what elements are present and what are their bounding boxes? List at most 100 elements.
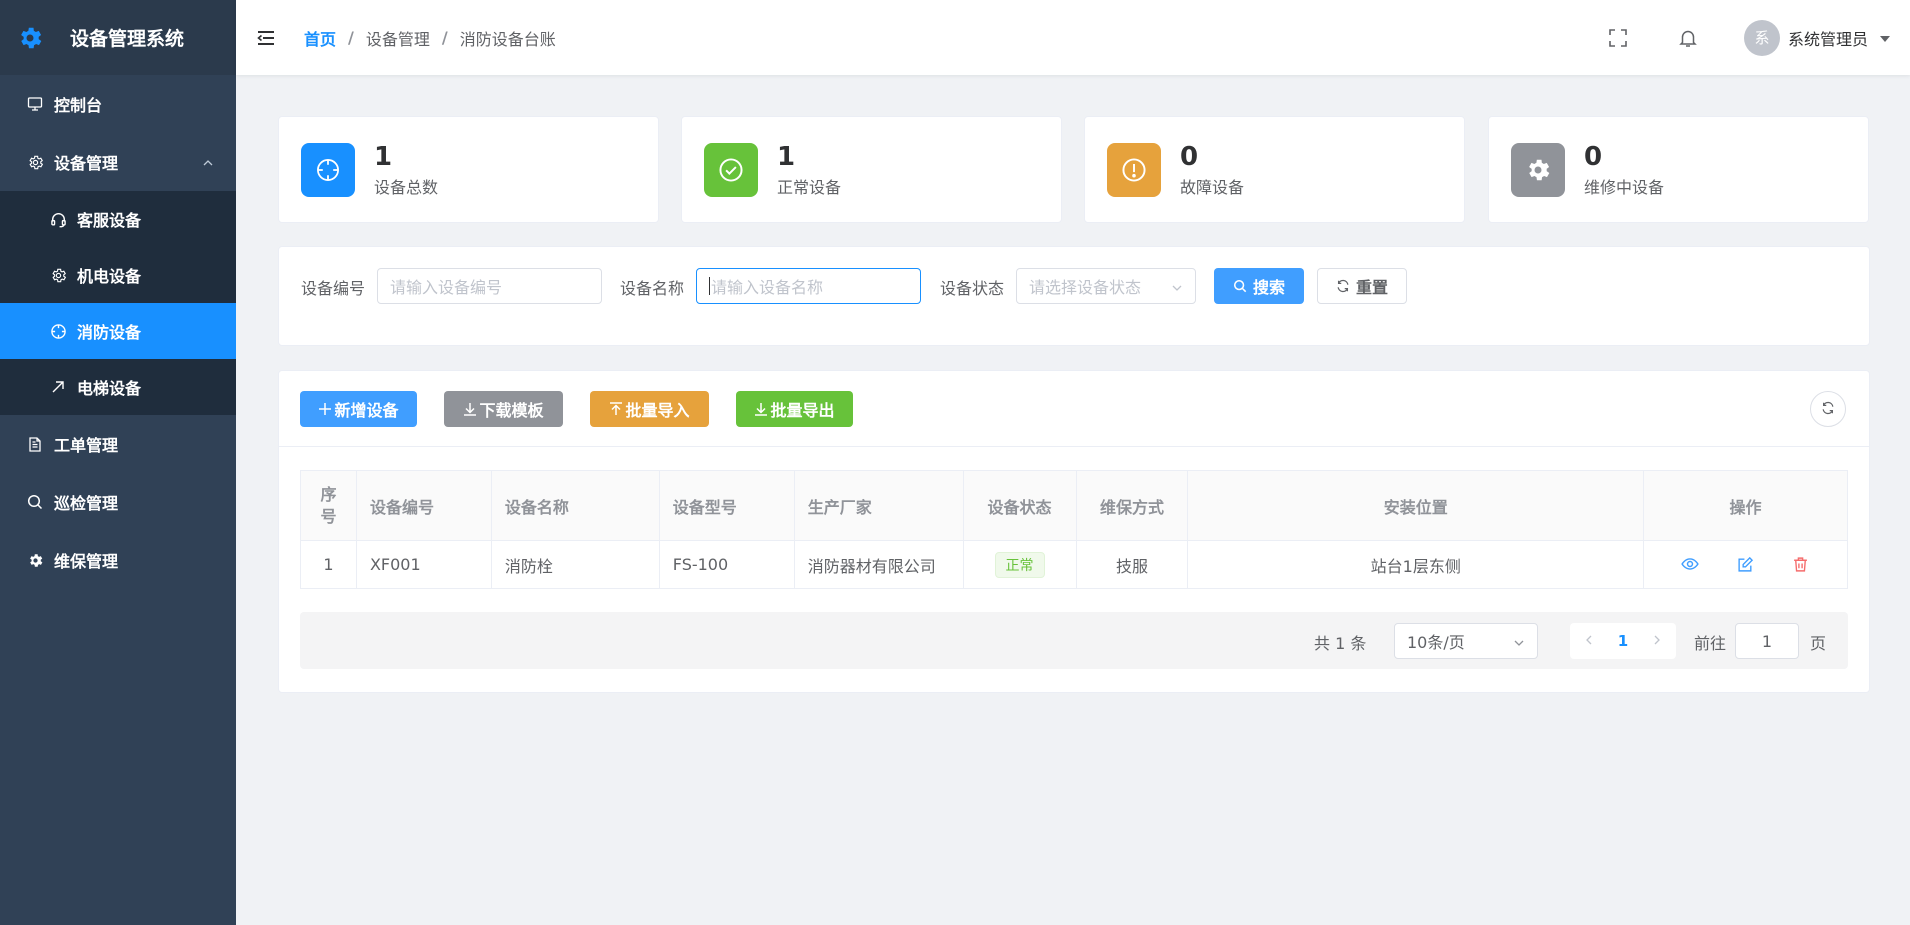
- text-caret: [709, 277, 710, 295]
- sidebar-item-inspection[interactable]: 巡检管理: [0, 473, 236, 531]
- sidebar-item-label: 机电设备: [77, 267, 142, 286]
- view-icon[interactable]: [1679, 553, 1701, 575]
- search-icon: [1233, 279, 1247, 293]
- device-status-placeholder: 请选择设备状态: [1029, 278, 1142, 297]
- device-table: 序号 设备编号 设备名称 设备型号 生产厂家 设备状态 维保方式 安装位置 操作…: [300, 470, 1848, 589]
- gear-logo-icon: [14, 22, 46, 54]
- add-device-button[interactable]: 新增设备: [300, 391, 417, 427]
- pagination-nav: 1: [1570, 623, 1676, 659]
- document-icon: [26, 435, 44, 453]
- page-size-select[interactable]: 10条/页: [1394, 623, 1538, 659]
- goto-page-input[interactable]: 1: [1735, 623, 1799, 659]
- device-status-label: 设备状态: [940, 279, 1005, 298]
- edit-icon[interactable]: [1735, 553, 1757, 575]
- col-header-maintenance: 维保方式: [1075, 470, 1189, 541]
- stat-value: 0: [1584, 141, 1603, 172]
- fullscreen-icon[interactable]: [1606, 26, 1630, 50]
- device-status-select[interactable]: 请选择设备状态: [1016, 268, 1196, 304]
- breadcrumb-current: 消防设备台账: [459, 29, 556, 49]
- chevron-down-icon: [1513, 634, 1525, 653]
- sidebar-item-console[interactable]: 控制台: [0, 75, 236, 133]
- sidebar-item-device-management[interactable]: 设备管理: [0, 133, 236, 191]
- batch-import-button[interactable]: 批量导入: [590, 391, 709, 427]
- sidebar-item-label: 设备管理: [54, 154, 119, 173]
- sidebar: 设备管理系统 控制台 设备管理 客服设备 机电设备 消防设备 电梯设备 工单管理…: [0, 0, 236, 925]
- col-header-code: 设备编号: [355, 470, 492, 541]
- add-device-label: 新增设备: [334, 401, 399, 420]
- sidebar-item-electromechanical[interactable]: 机电设备: [0, 247, 236, 303]
- sidebar-item-elevator-devices[interactable]: 电梯设备: [0, 359, 236, 415]
- gear-icon: [1511, 142, 1565, 197]
- download-icon: [754, 402, 768, 416]
- stat-card-repairing: 0 维修中设备: [1488, 116, 1869, 223]
- batch-export-label: 批量导出: [770, 401, 835, 420]
- search-button[interactable]: 搜索: [1214, 268, 1304, 304]
- reset-button-label: 重置: [1355, 278, 1388, 297]
- refresh-icon: [1336, 279, 1350, 293]
- bell-icon[interactable]: [1676, 26, 1700, 50]
- page-suffix: 页: [1810, 634, 1827, 653]
- prev-page-icon[interactable]: [1584, 632, 1594, 650]
- arrow-up-right-icon: [49, 378, 67, 396]
- sidebar-item-service-devices[interactable]: 客服设备: [0, 191, 236, 247]
- download-template-button[interactable]: 下载模板: [444, 391, 563, 427]
- page-number-current[interactable]: 1: [1618, 632, 1628, 650]
- cell-code: XF001: [355, 540, 492, 589]
- next-page-icon[interactable]: [1652, 632, 1662, 650]
- stat-card-total: 1 设备总数: [278, 116, 659, 223]
- user-name[interactable]: 系统管理员: [1788, 26, 1868, 50]
- sidebar-item-maintenance[interactable]: 维保管理: [0, 531, 236, 589]
- stat-label: 正常设备: [777, 177, 842, 197]
- check-circle-icon: [704, 142, 758, 197]
- setting-icon: [26, 153, 44, 171]
- caret-down-icon[interactable]: [1880, 28, 1890, 47]
- toolbar-divider: [278, 446, 1870, 447]
- table-row: 1 XF001 消防栓 FS-100 消防器材有限公司 正常 技服 站台1层东侧: [300, 540, 1848, 589]
- cell-index: 1: [300, 540, 357, 589]
- breadcrumb-home[interactable]: 首页: [304, 26, 336, 50]
- download-icon: [463, 402, 477, 416]
- delete-icon[interactable]: [1790, 553, 1812, 575]
- setting-icon: [49, 266, 67, 284]
- avatar[interactable]: 系: [1743, 19, 1780, 56]
- stat-value: 1: [374, 141, 393, 172]
- device-name-placeholder: 请输入设备名称: [711, 278, 824, 297]
- logo: 设备管理系统: [0, 0, 236, 75]
- status-badge: 正常: [994, 551, 1045, 578]
- table-header-row: 序号 设备编号 设备名称 设备型号 生产厂家 设备状态 维保方式 安装位置 操作: [300, 470, 1848, 541]
- stat-label: 设备总数: [374, 177, 439, 197]
- refresh-table-button[interactable]: [1810, 391, 1846, 427]
- col-header-status: 设备状态: [962, 470, 1077, 541]
- search-icon: [26, 493, 44, 511]
- monitor-icon: [26, 95, 44, 113]
- crosshair-icon: [49, 322, 67, 340]
- sidebar-item-label: 控制台: [54, 96, 103, 115]
- plus-icon: [318, 402, 332, 416]
- goto-label: 前往: [1694, 634, 1727, 653]
- stat-value: 1: [777, 141, 796, 172]
- breadcrumb-device-management: 设备管理: [365, 29, 430, 49]
- headset-icon: [49, 210, 67, 228]
- stat-value: 0: [1180, 141, 1199, 172]
- cell-model: FS-100: [658, 540, 795, 589]
- cell-maker: 消防器材有限公司: [793, 540, 964, 589]
- menu-toggle-icon[interactable]: [256, 28, 276, 48]
- sidebar-item-work-orders[interactable]: 工单管理: [0, 415, 236, 473]
- cell-status: 正常: [962, 540, 1077, 589]
- reset-button[interactable]: 重置: [1317, 268, 1407, 304]
- device-code-placeholder: 请输入设备编号: [390, 278, 503, 297]
- col-header-name: 设备名称: [490, 470, 660, 541]
- col-header-model: 设备型号: [658, 470, 795, 541]
- device-name-label: 设备名称: [620, 279, 685, 298]
- batch-export-button[interactable]: 批量导出: [736, 391, 853, 427]
- stat-card-normal: 1 正常设备: [681, 116, 1062, 223]
- stat-card-fault: 0 故障设备: [1084, 116, 1465, 223]
- device-code-input[interactable]: 请输入设备编号: [377, 268, 602, 304]
- gear-filled-icon: [26, 551, 44, 569]
- sidebar-item-label: 工单管理: [54, 436, 119, 455]
- sidebar-item-fire-devices[interactable]: 消防设备: [0, 303, 236, 359]
- device-name-input[interactable]: 请输入设备名称: [696, 268, 921, 304]
- pagination-total: 共 1 条: [1314, 634, 1367, 653]
- page-size-value: 10条/页: [1407, 633, 1465, 652]
- col-header-index: 序号: [300, 470, 357, 541]
